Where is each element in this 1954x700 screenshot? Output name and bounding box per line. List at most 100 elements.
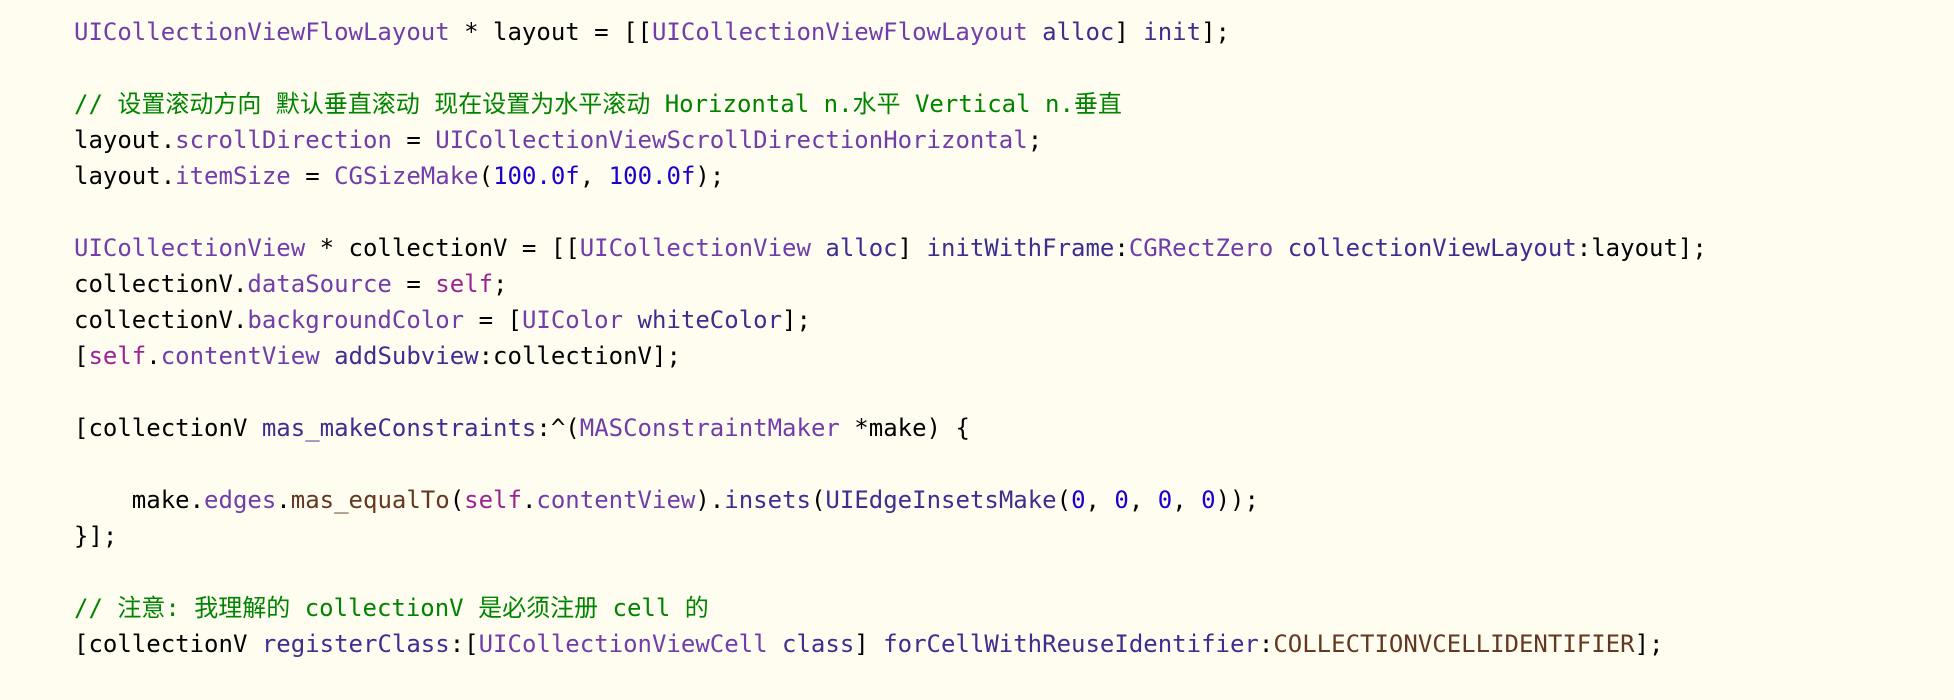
- code-token-plain: ));: [1215, 486, 1259, 514]
- code-token-plain: :: [1114, 234, 1129, 262]
- code-token-method: addSubview: [334, 342, 479, 370]
- code-token-plain: [collectionV: [74, 414, 262, 442]
- code-token-plain: ];: [1201, 18, 1230, 46]
- code-token-plain: *make) {: [839, 414, 970, 442]
- code-token-number: 100.0f: [608, 162, 696, 190]
- code-token-plain: .: [276, 486, 291, 514]
- blank-line[interactable]: [74, 374, 1954, 410]
- code-token-plain: :[: [449, 630, 479, 658]
- code-token-method: init: [1143, 18, 1202, 46]
- code-line[interactable]: collectionV.dataSource = self;: [74, 266, 1954, 302]
- code-token-comment: // 注意: 我理解的 collectionV 是必须注册 cell 的: [74, 594, 709, 622]
- code-token-method: alloc: [825, 234, 898, 262]
- code-token-plain: collectionV.: [74, 306, 248, 334]
- code-token-plain: =: [391, 126, 436, 154]
- code-token-plain: .: [521, 486, 537, 514]
- code-line[interactable]: layout.itemSize = CGSizeMake(100.0f, 100…: [74, 158, 1954, 194]
- code-token-class: UICollectionViewFlowLayout: [651, 18, 1028, 46]
- code-token-method: alloc: [1042, 18, 1115, 46]
- code-token-plain: [collectionV: [74, 630, 262, 658]
- code-token-macro: COLLECTIONVCELLIDENTIFIER: [1273, 630, 1635, 658]
- code-token-plain: * layout = [[: [449, 18, 652, 46]
- code-token-method: insets: [724, 486, 811, 514]
- code-token-plain: make.: [74, 486, 205, 514]
- code-token-method: whiteColor: [637, 306, 783, 334]
- code-token-number: 0: [1201, 486, 1216, 514]
- code-token-property: backgroundColor: [247, 306, 465, 334]
- code-token-method: class: [782, 630, 855, 658]
- code-token-keyword: self: [435, 270, 494, 298]
- code-token-plain: :collectionV];: [478, 342, 681, 370]
- code-token-number: 0: [1071, 486, 1086, 514]
- code-line[interactable]: make.edges.mas_equalTo(self.contentView)…: [74, 482, 1954, 518]
- code-token-plain: );: [695, 162, 725, 190]
- code-line[interactable]: collectionV.backgroundColor = [UIColor w…: [74, 302, 1954, 338]
- code-token-number: 0: [1114, 486, 1129, 514]
- code-line[interactable]: // 设置滚动方向 默认垂直滚动 现在设置为水平滚动 Horizontal n.…: [74, 86, 1954, 122]
- code-token-property: itemSize: [175, 162, 291, 190]
- code-line[interactable]: UICollectionView * collectionV = [[UICol…: [74, 230, 1954, 266]
- code-token-plain: ;: [493, 270, 508, 298]
- code-token-plain: ];: [1634, 630, 1664, 658]
- code-token-plain: layout.: [74, 126, 176, 154]
- code-token-plain: =: [290, 162, 335, 190]
- code-token-plain: :: [1258, 630, 1274, 658]
- code-line[interactable]: [collectionV registerClass:[UICollection…: [74, 626, 1954, 662]
- code-token-class: UICollectionViewCell: [478, 630, 768, 658]
- code-line[interactable]: [collectionV mas_makeConstraints:^(MASCo…: [74, 410, 1954, 446]
- blank-line[interactable]: [74, 50, 1954, 86]
- code-token-plain: ;: [1027, 126, 1043, 154]
- code-token-plain: (: [1056, 486, 1072, 514]
- code-token-plain: [: [74, 342, 89, 370]
- code-token-class: UICollectionView: [74, 234, 306, 262]
- code-line[interactable]: UICollectionViewFlowLayout * layout = [[…: [74, 14, 1954, 50]
- code-line[interactable]: layout.scrollDirection = UICollectionVie…: [74, 122, 1954, 158]
- code-token-plain: ];: [782, 306, 811, 334]
- code-token-plain: ]: [1114, 18, 1144, 46]
- code-token-plain: ).: [695, 486, 725, 514]
- blank-line[interactable]: [74, 194, 1954, 230]
- code-token-plain: ]: [897, 234, 927, 262]
- code-token-plain: ]: [854, 630, 884, 658]
- code-token-property: contentView: [536, 486, 696, 514]
- code-line[interactable]: // 注意: 我理解的 collectionV 是必须注册 cell 的: [74, 590, 1954, 626]
- code-token-plain: ,: [1085, 486, 1115, 514]
- code-token-method: initWithFrame: [926, 234, 1115, 262]
- blank-line[interactable]: [74, 554, 1954, 590]
- code-token-number: 100.0f: [493, 162, 580, 190]
- code-line[interactable]: [self.contentView addSubview:collectionV…: [74, 338, 1954, 374]
- code-token-plain: ,: [579, 162, 609, 190]
- code-token-keyword: self: [464, 486, 522, 514]
- code-token-class: CGSizeMake: [334, 162, 479, 190]
- code-token-keyword: self: [88, 342, 147, 370]
- code-token-plain: layout.: [74, 162, 176, 190]
- code-token-plain: }];: [74, 522, 118, 550]
- code-token-plain: collectionV.: [74, 270, 248, 298]
- code-token-class: MASConstraintMaker: [579, 414, 840, 442]
- blank-line[interactable]: [74, 446, 1954, 482]
- code-block[interactable]: UICollectionViewFlowLayout * layout = [[…: [74, 14, 1954, 662]
- code-token-plain: (: [810, 486, 826, 514]
- code-editor[interactable]: UICollectionViewFlowLayout * layout = [[…: [0, 0, 1954, 700]
- code-token-class: UIColor: [521, 306, 624, 334]
- code-token-property: contentView: [160, 342, 320, 370]
- code-token-class: UICollectionView: [579, 234, 811, 262]
- code-token-plain: (: [449, 486, 465, 514]
- code-token-plain: ,: [1128, 486, 1158, 514]
- code-token-macro: mas_equalTo: [290, 486, 450, 514]
- code-token-property: dataSource: [247, 270, 392, 298]
- code-token-plain: :layout];: [1576, 234, 1707, 262]
- code-token-plain: * collectionV = [[: [305, 234, 580, 262]
- code-token-comment: // 设置滚动方向 默认垂直滚动 现在设置为水平滚动 Horizontal n.…: [74, 90, 1122, 118]
- code-token-property: scrollDirection: [175, 126, 392, 154]
- code-line[interactable]: }];: [74, 518, 1954, 554]
- code-token-method: collectionViewLayout: [1287, 234, 1577, 262]
- code-token-class: UICollectionViewFlowLayout: [74, 18, 450, 46]
- code-token-plain: = [: [464, 306, 522, 334]
